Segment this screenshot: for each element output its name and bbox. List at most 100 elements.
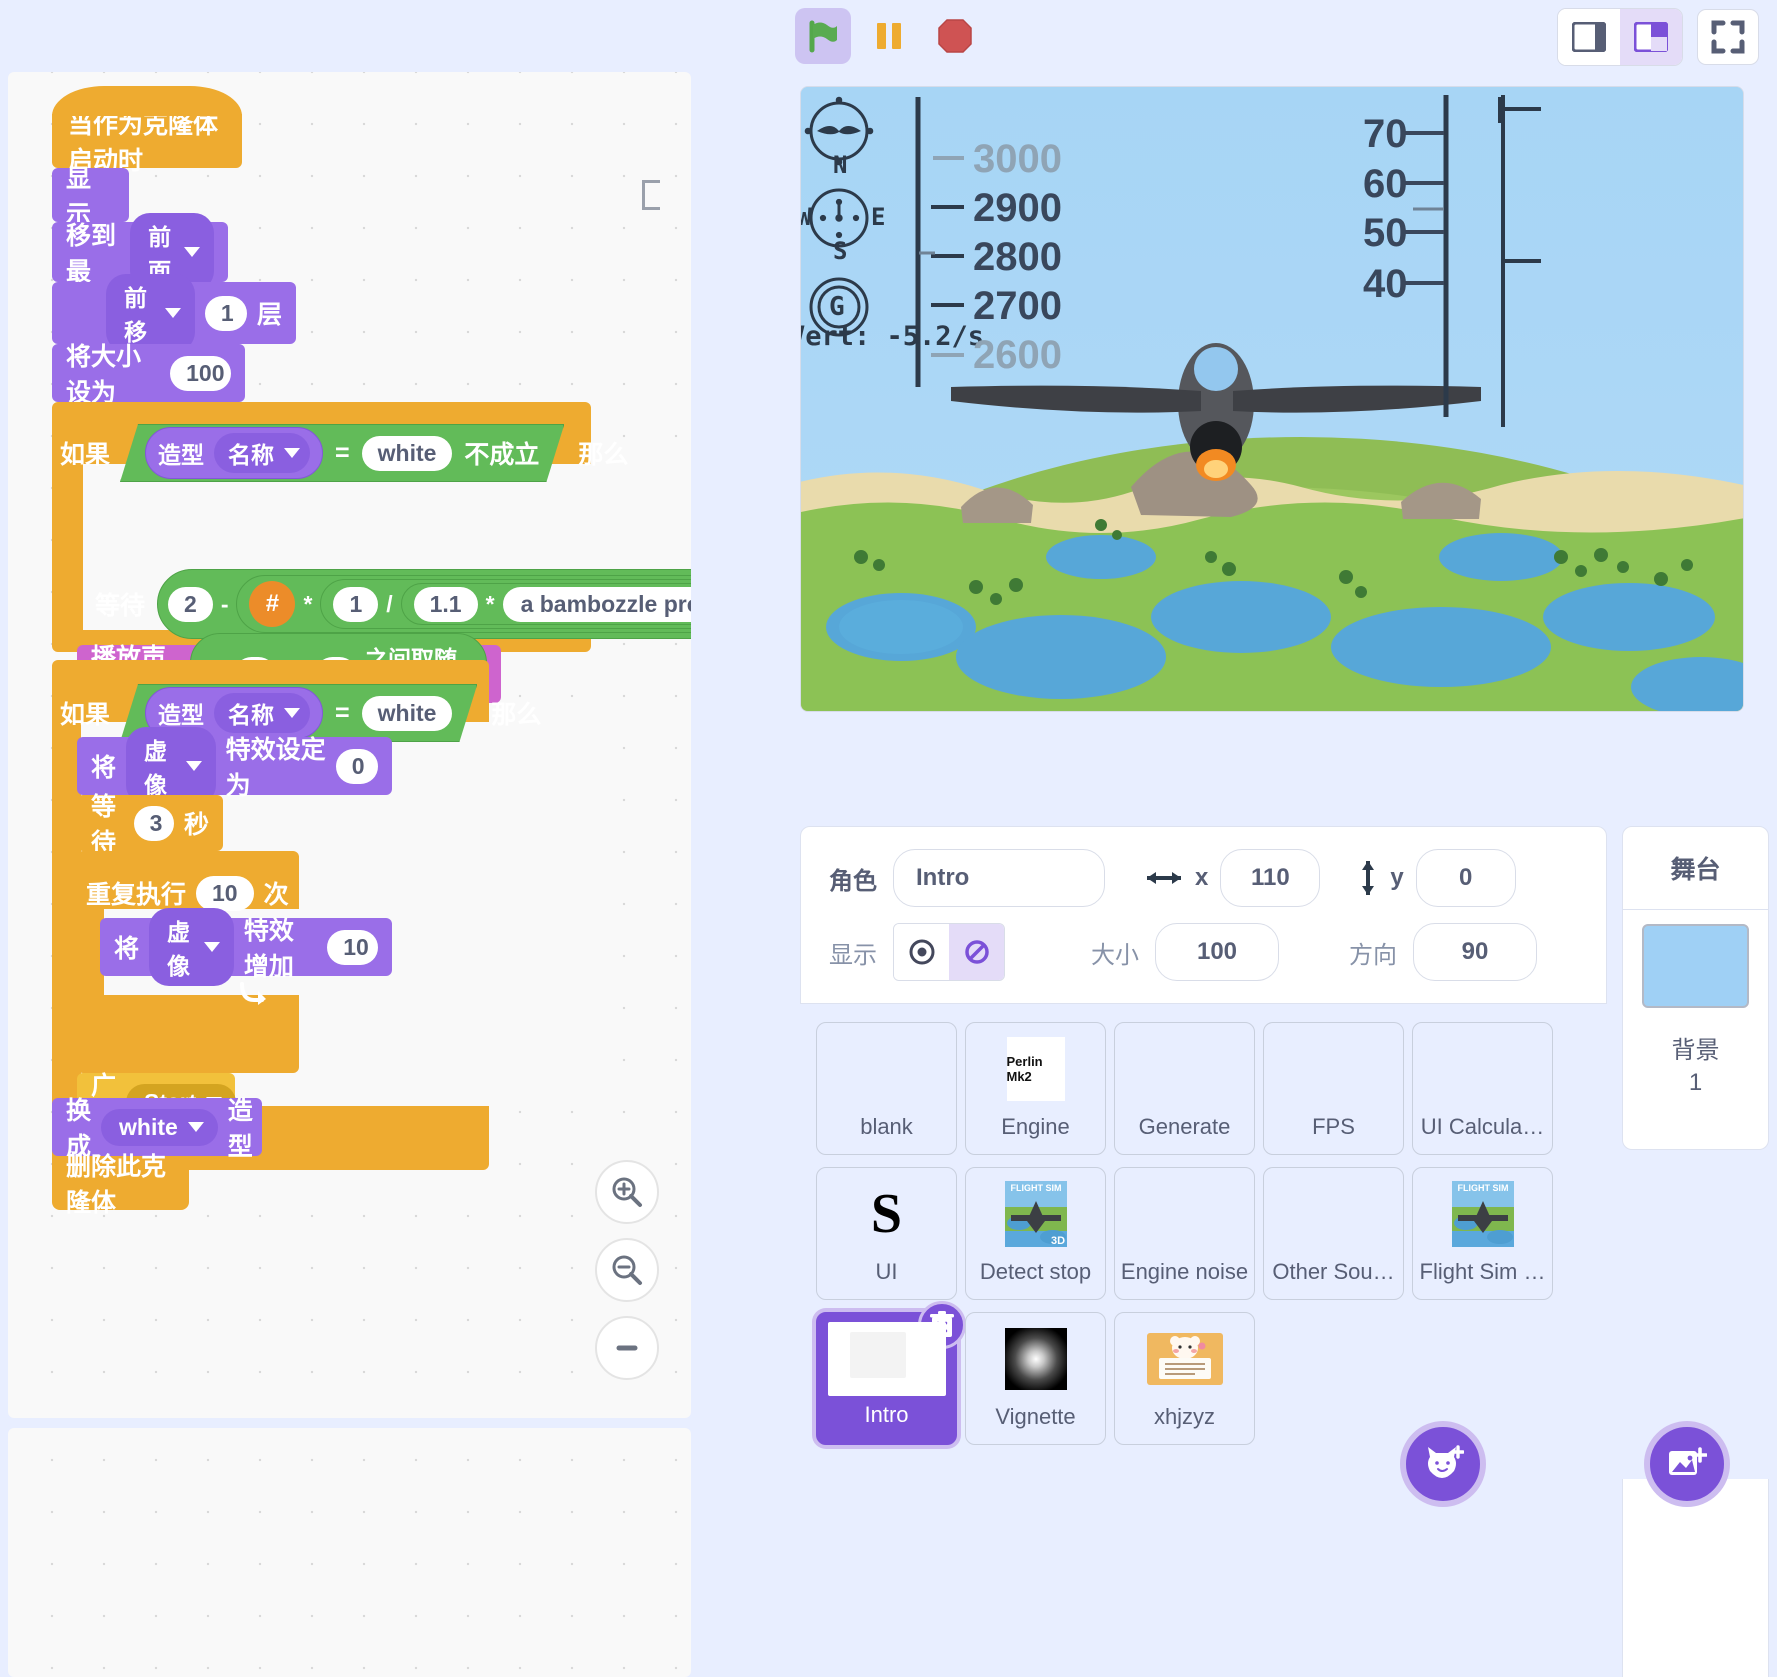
costume-property-dropdown-2[interactable]: 名称 <box>214 693 310 733</box>
sprite-label: Flight Sim … <box>1420 1259 1546 1293</box>
layer-amount-input[interactable]: 1 <box>205 296 247 331</box>
compass-south-label: S <box>833 237 847 265</box>
operator-subtract[interactable]: 2 - # * 1 / 1.1 * a bambozzle production <box>157 569 691 639</box>
sprite-item-ui-calculations[interactable]: UI Calcula… <box>1412 1022 1553 1155</box>
green-flag-button[interactable] <box>795 8 851 64</box>
add-sprite-button[interactable] <box>1400 1421 1486 1507</box>
block-wait-seconds[interactable]: 等待 3 秒 <box>77 795 223 851</box>
block-set-size[interactable]: 将大小设为 100 <box>52 344 245 402</box>
pause-icon <box>870 17 908 55</box>
altitude-tick-0: 3000 <box>973 137 1062 182</box>
sprite-item-other-sounds[interactable]: Other Sou… <box>1263 1167 1404 1300</box>
operand-text[interactable]: a bambozzle production <box>503 587 691 622</box>
large-stage-button[interactable] <box>1620 9 1682 65</box>
sprite-thumbnail <box>817 1023 956 1114</box>
y-input[interactable]: 0 <box>1416 849 1516 907</box>
effect-value-input[interactable]: 0 <box>336 749 378 784</box>
costume-property-dropdown[interactable]: 名称 <box>214 433 310 473</box>
repeat-count-input[interactable]: 10 <box>196 876 254 911</box>
ui-thumb-letter: S <box>871 1182 902 1246</box>
operand-c[interactable]: 1.1 <box>414 587 478 622</box>
speed-tick-0: 70 <box>1363 112 1408 157</box>
chevron-down-icon <box>284 448 300 458</box>
sprite-item-flight-sim[interactable]: FLIGHT SIM Flight Sim … <box>1412 1167 1553 1300</box>
zoom-reset-button[interactable] <box>595 1316 659 1380</box>
sprite-item-engine[interactable]: Perlin Mk2 Engine <box>965 1022 1106 1155</box>
sprite-item-ui[interactable]: S UI <box>816 1167 957 1300</box>
sprite-thumbnail <box>1115 1313 1254 1404</box>
compass-east-label: E <box>871 203 885 231</box>
size-input[interactable]: 100 <box>170 356 231 391</box>
zoom-in-button[interactable] <box>595 1160 659 1224</box>
stage[interactable]: N E S W G Vert: -5.2/s 3000 2900 2800 27… <box>800 86 1744 712</box>
not-label: 不成立 <box>464 435 539 471</box>
dropdown-value: 虚像 <box>167 913 194 981</box>
operand-a[interactable]: 2 <box>168 587 213 622</box>
sprite-item-fps[interactable]: FPS <box>1263 1022 1404 1155</box>
fullscreen-button[interactable] <box>1697 9 1759 65</box>
altitude-tick-1: 2900 <box>973 186 1062 231</box>
backdrop-item[interactable]: 背景 1 <box>1622 910 1769 1150</box>
sprite-item-xhjzyz[interactable]: xhjzyz <box>1114 1312 1255 1445</box>
stop-button[interactable] <box>927 8 983 64</box>
add-backdrop-button[interactable] <box>1644 1421 1730 1507</box>
altitude-tick-4: 2600 <box>973 333 1062 378</box>
size-input[interactable]: 100 <box>1155 923 1279 981</box>
compare-value-input-2[interactable]: white <box>362 696 453 731</box>
block-go-to-layer[interactable]: 移到最 前面 <box>52 222 228 282</box>
block-show[interactable]: 显示 <box>52 168 129 222</box>
costume-reporter[interactable]: 造型 名称 <box>145 427 323 479</box>
y-group: y 0 <box>1358 849 1515 907</box>
hide-sprite-button[interactable] <box>949 924 1004 980</box>
operator-multiply-2[interactable]: 1.1 * a bambozzle production <box>401 583 691 625</box>
sprite-list[interactable]: blank Perlin Mk2 Engine Generate FPS UI … <box>800 1004 1607 1479</box>
show-sprite-button[interactable] <box>894 924 949 980</box>
code-canvas-overflow[interactable] <box>8 1428 691 1677</box>
code-canvas[interactable]: 当作为克隆体启动时 显示 移到最 前面 前移 1 层 将大小设为 100 <box>8 72 691 1418</box>
wait-seconds-input[interactable]: 3 <box>134 806 174 841</box>
block-set-effect[interactable]: 将 虚像 特效设定为 0 <box>77 737 392 795</box>
zoom-out-button[interactable] <box>595 1238 659 1302</box>
sprite-info-row-2: 显示 大小 <box>829 915 1578 989</box>
effect-delta-input[interactable]: 10 <box>327 930 378 965</box>
sprite-label: Engine <box>1001 1114 1070 1148</box>
operand-b[interactable]: 1 <box>333 587 378 622</box>
variable-hash[interactable]: # <box>249 581 295 627</box>
compare-value-input[interactable]: white <box>362 436 453 471</box>
operator-multiply-1[interactable]: # * 1 / 1.1 * a bambozzle production <box>236 575 691 633</box>
block-change-effect[interactable]: 将 虚像 特效增加 10 <box>100 918 392 976</box>
sprite-item-vignette[interactable]: Vignette <box>965 1312 1106 1445</box>
size-group: 大小 100 <box>1091 923 1279 981</box>
block-label: 如果 <box>60 695 110 731</box>
effect-dropdown-2[interactable]: 虚像 <box>149 908 234 986</box>
stage-pane-title: 舞台 <box>1622 826 1769 910</box>
small-stage-button[interactable] <box>1558 9 1620 65</box>
direction-input[interactable]: 90 <box>1413 923 1537 981</box>
svg-text:FLIGHT SIM: FLIGHT SIM <box>1457 1183 1508 1193</box>
minus-sign: - <box>221 591 229 618</box>
sprite-item-generate[interactable]: Generate <box>1114 1022 1255 1155</box>
sprite-thumbnail: S <box>817 1168 956 1259</box>
costume-dropdown[interactable]: white <box>101 1109 218 1146</box>
pause-button[interactable] <box>861 8 917 64</box>
block-label: 删除此克隆体 <box>66 1147 175 1219</box>
layout-controls <box>1557 8 1759 66</box>
sprite-item-intro[interactable]: Intro <box>816 1312 957 1445</box>
x-input[interactable]: 110 <box>1220 849 1320 907</box>
sprite-item-blank[interactable]: blank <box>816 1022 957 1155</box>
block-label: 等待 <box>91 787 124 859</box>
block-delete-this-clone[interactable]: 删除此克隆体 <box>52 1156 189 1210</box>
effect-dropdown[interactable]: 虚像 <box>126 727 216 805</box>
block-change-layer[interactable]: 前移 1 层 <box>52 282 296 344</box>
equals-sign: = <box>335 439 350 468</box>
operator-not[interactable]: 造型 名称 = white 不成立 <box>120 424 564 482</box>
operator-divide[interactable]: 1 / 1.1 * a bambozzle production <box>320 579 691 629</box>
block-label: 移到最 <box>66 216 120 288</box>
sprite-name-input[interactable]: Intro <box>893 849 1105 907</box>
block-wait-expression[interactable]: 等待 2 - # * 1 / 1.1 * a bambozzle product… <box>83 568 691 640</box>
sprite-item-detect-stop[interactable]: FLIGHT SIM 3D Detect stop <box>965 1167 1106 1300</box>
eye-slash-icon <box>964 939 990 965</box>
gear-label: G <box>829 292 845 322</box>
sprite-item-engine-noise[interactable]: Engine noise <box>1114 1167 1255 1300</box>
sprite-thumbnail <box>1264 1023 1403 1114</box>
